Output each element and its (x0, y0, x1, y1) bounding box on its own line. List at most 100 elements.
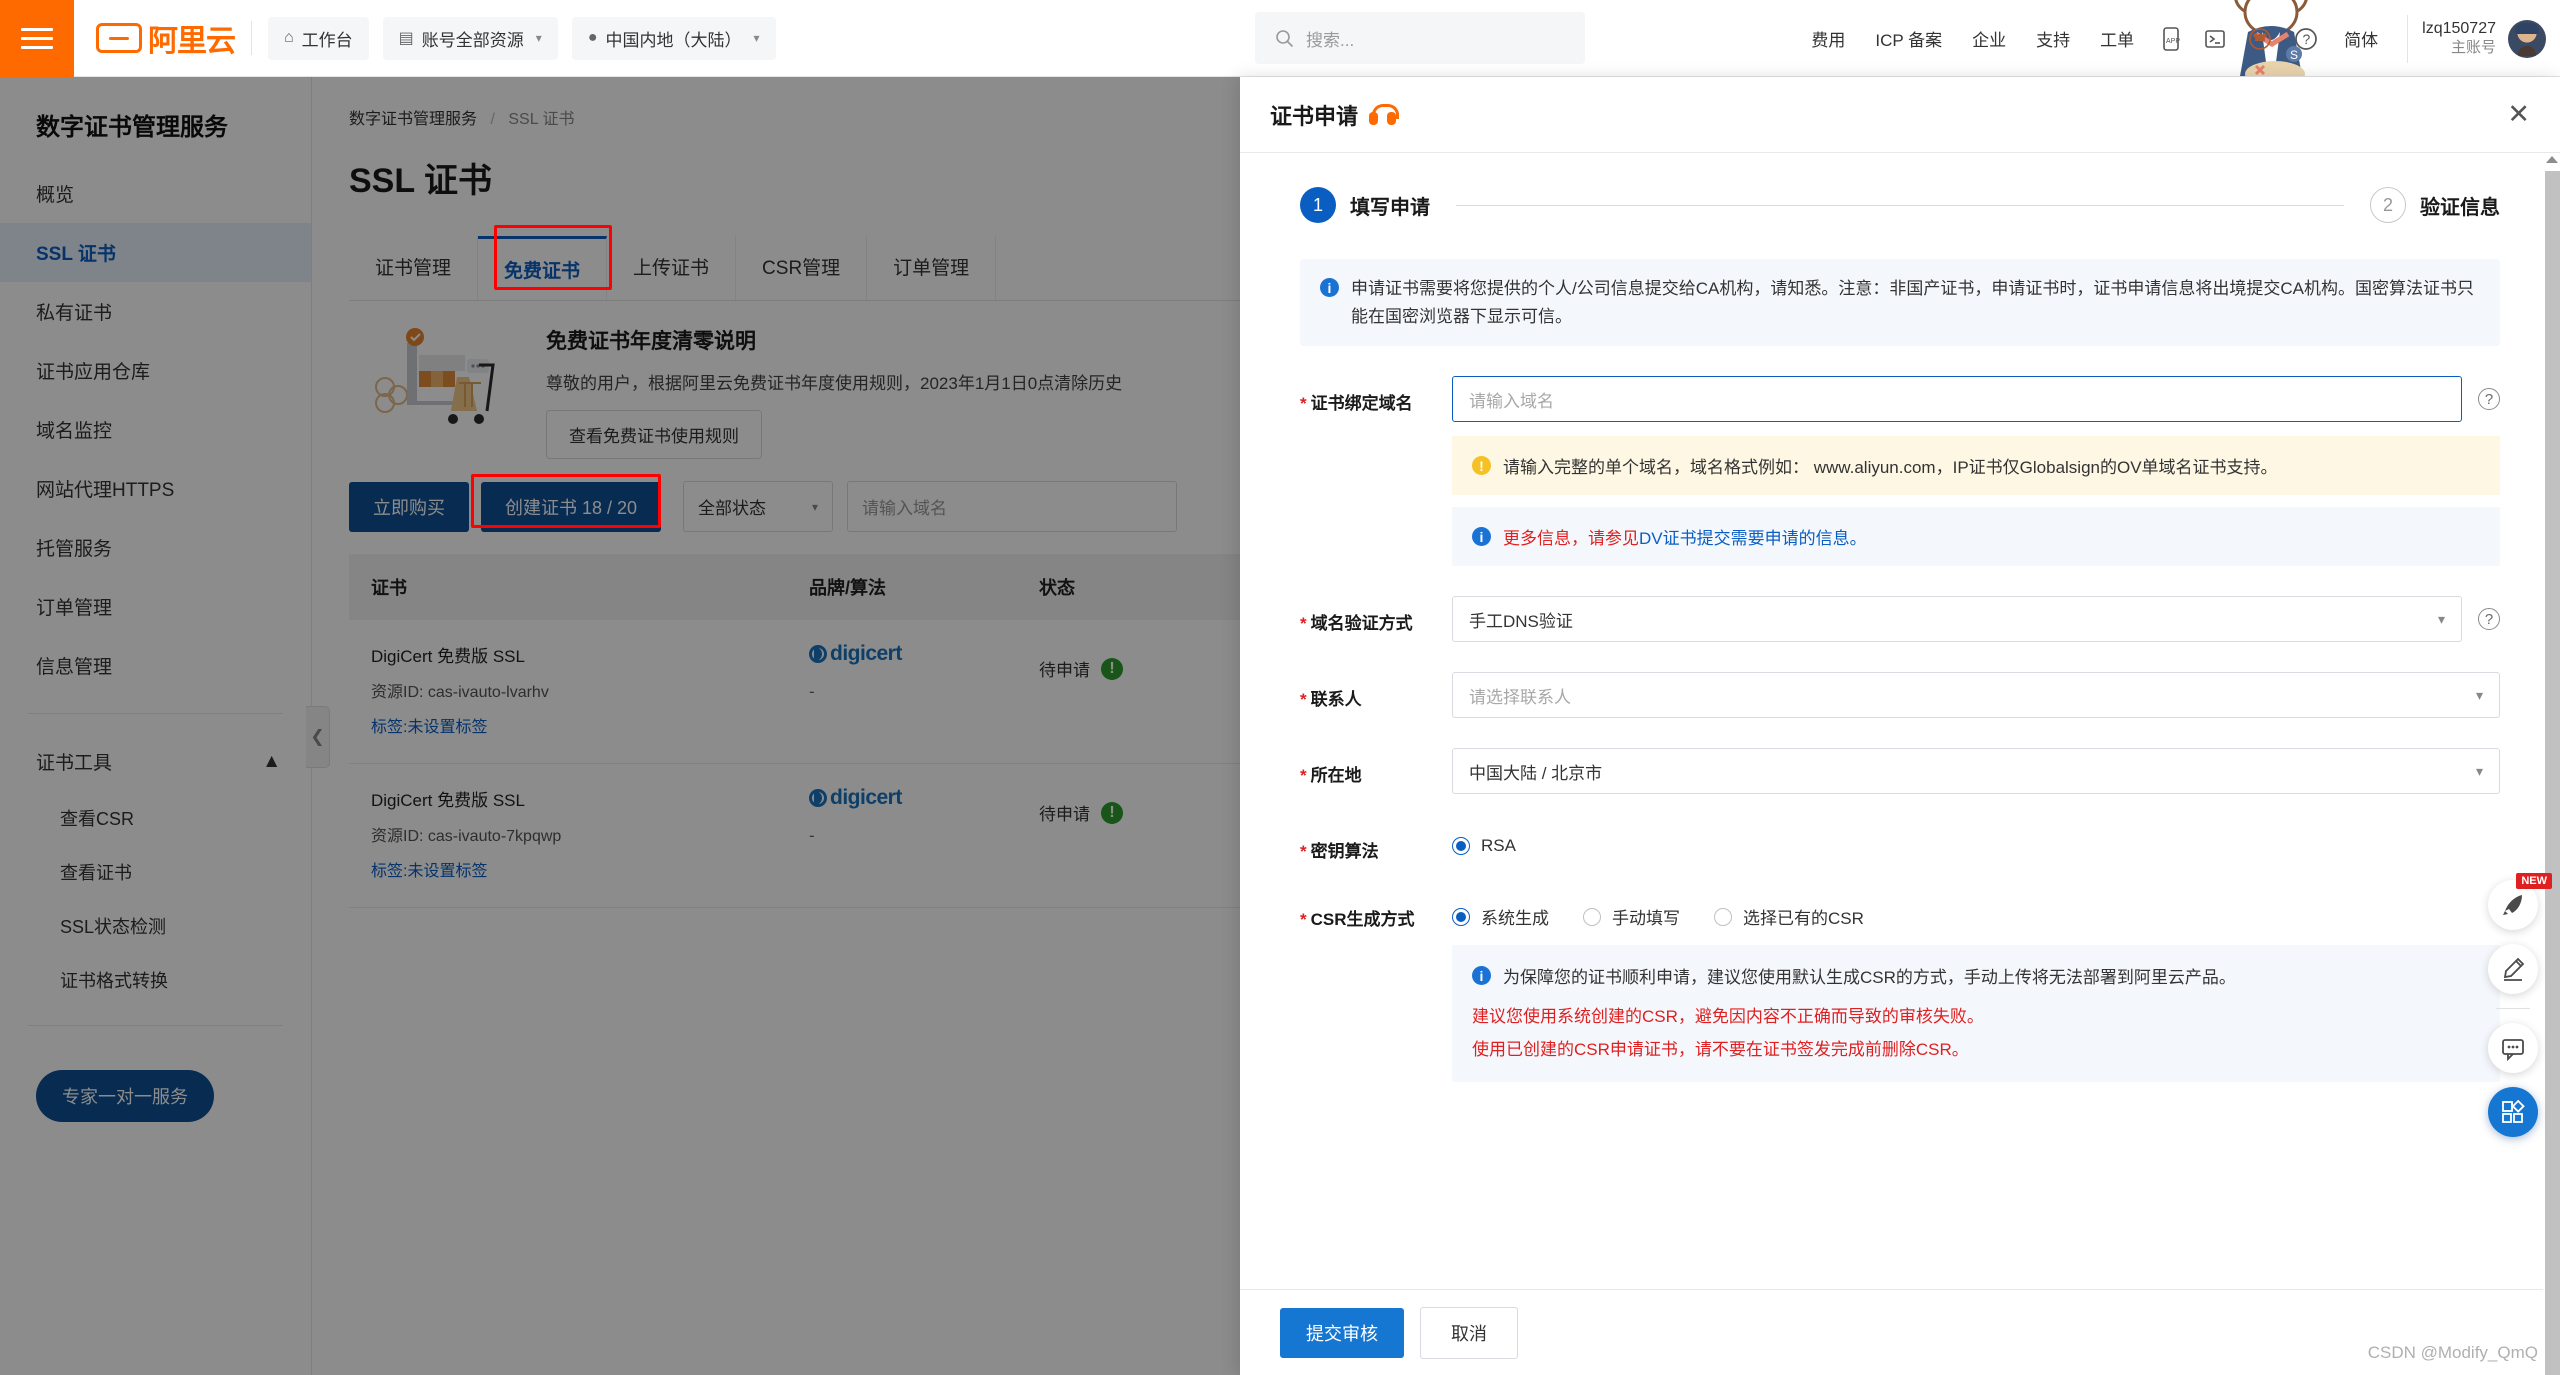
csr-info-text: 为保障您的证书顺利申请，建议您使用默认生成CSR的方式，手动上传将无法部署到阿里… (1503, 968, 2236, 988)
buy-now-button[interactable]: 立即购买 (349, 481, 469, 532)
terminal-icon[interactable] (2204, 28, 2226, 50)
step-connector (1456, 204, 2344, 206)
csr-info-line: i 为保障您的证书顺利申请，建议您使用默认生成CSR的方式，手动上传将无法部署到… (1472, 963, 2480, 988)
chevron-down-icon: ▾ (2475, 762, 2483, 779)
radio-manual-input[interactable]: 手动填写 (1583, 904, 1680, 929)
hamburger-icon[interactable] (0, 0, 74, 77)
dv-cert-link[interactable]: DV证书提交需要申请的信息。 (1639, 529, 1867, 548)
sidebar-group-cert-tools[interactable]: 证书工具 ▲ (0, 732, 311, 791)
notification-bell-icon[interactable] (2248, 27, 2272, 51)
feedback-icon[interactable] (2488, 1023, 2538, 1073)
sidebar-item-info[interactable]: 信息管理 (0, 636, 311, 695)
create-cert-button[interactable]: 创建证书 18 / 20 (481, 481, 662, 532)
sidebar-item-ssl[interactable]: SSL 证书 (0, 223, 311, 282)
tab-free-cert[interactable]: 免费证书 (478, 236, 608, 300)
help-icon[interactable]: ? (2294, 27, 2318, 51)
rail-divider (2496, 1008, 2530, 1009)
scrollbar-thumb[interactable] (2545, 171, 2560, 1375)
headset-icon[interactable] (1369, 103, 1400, 126)
sidebar-item-view-cert[interactable]: 查看证书 (0, 845, 311, 899)
header-link-enterprise[interactable]: 企业 (1972, 26, 2006, 51)
cancel-button[interactable]: 取消 (1420, 1306, 1518, 1359)
validation-method-select[interactable]: 手工DNS验证 ▾ (1452, 596, 2462, 643)
cert-tag[interactable]: 标签:未设置标签 (371, 857, 809, 881)
step-2-circle: 2 (2370, 187, 2406, 223)
chevron-down-icon: ▾ (535, 31, 542, 45)
scroll-up-arrow-icon[interactable] (2546, 156, 2558, 163)
resources-button[interactable]: ▤ 账号全部资源 ▾ (382, 16, 558, 60)
sidebar-item-cert-convert[interactable]: 证书格式转换 (0, 953, 311, 1007)
sidebar-item-domain-monitor[interactable]: 域名监控 (0, 400, 311, 459)
warning-icon: ! (1472, 456, 1491, 476)
field-control-validation: 手工DNS验证 ▾ ? (1452, 596, 2500, 643)
cert-name: DigiCert 免费版 SSL (371, 791, 525, 810)
cert-tag[interactable]: 标签:未设置标签 (371, 713, 809, 737)
help-icon[interactable]: ? (2478, 608, 2500, 631)
user-role: 主账号 (2450, 39, 2496, 57)
search-input[interactable]: 搜索... (1255, 12, 1585, 64)
promo-title: 免费证书年度清零说明 (546, 330, 756, 353)
new-badge: NEW (2516, 873, 2552, 889)
sidebar-item-cert-repo[interactable]: 证书应用仓库 (0, 341, 311, 400)
validation-row: 手工DNS验证 ▾ ? (1452, 596, 2500, 643)
apps-icon[interactable] (2488, 1087, 2538, 1137)
promo-text-group: 免费证书年度清零说明 尊敬的用户，根据阿里云免费证书年度使用规则，2023年1月… (546, 325, 1122, 459)
sidebar-item-ssl-check[interactable]: SSL状态检测 (0, 899, 311, 953)
info-icon: i (1472, 527, 1491, 547)
region-button[interactable]: ● 中国内地（大陆） ▾ (571, 16, 776, 60)
user-menu[interactable]: lzq150727 主账号 (2422, 19, 2546, 58)
breadcrumb-root[interactable]: 数字证书管理服务 (349, 111, 477, 128)
location-select[interactable]: 中国大陆 / 北京市 ▾ (1452, 748, 2500, 795)
close-icon[interactable]: ✕ (2507, 101, 2530, 128)
tab-order-management[interactable]: 订单管理 (867, 236, 997, 300)
drawer-scrollbar[interactable] (2543, 153, 2560, 1375)
user-id: lzq150727 (2422, 20, 2496, 38)
view-rules-button[interactable]: 查看免费证书使用规则 (546, 410, 762, 459)
header-link-fee[interactable]: 费用 (1811, 26, 1845, 51)
digicert-label: digicert (830, 786, 902, 809)
contact-select[interactable]: 请选择联系人 ▾ (1452, 672, 2500, 719)
domain-search-input[interactable]: 请输入域名 (847, 481, 1178, 532)
language-switch[interactable]: 简体 (2344, 26, 2378, 51)
field-key-algorithm: * 密钥算法 RSA (1284, 824, 2516, 862)
required-mark: * (1300, 614, 1307, 634)
avatar[interactable] (2508, 19, 2546, 58)
tab-upload-cert[interactable]: 上传证书 (607, 236, 737, 300)
sidebar-item-overview[interactable]: 概览 (0, 164, 311, 223)
sidebar-item-private-cert[interactable]: 私有证书 (0, 282, 311, 341)
tab-cert-management[interactable]: 证书管理 (349, 236, 479, 300)
tab-csr-management[interactable]: CSR管理 (736, 236, 868, 300)
field-label-location: * 所在地 (1300, 766, 1362, 786)
header-link-icp[interactable]: ICP 备案 (1875, 26, 1942, 51)
top-header: 阿里云 ⌂ 工作台 ▤ 账号全部资源 ▾ ● 中国内地（大陆） ▾ 搜索... … (0, 0, 2560, 77)
header-link-ticket[interactable]: 工单 (2100, 26, 2134, 51)
submit-button[interactable]: 提交审核 (1280, 1307, 1404, 1358)
aliyun-logo[interactable]: 阿里云 (96, 16, 236, 60)
help-icon[interactable]: ? (2478, 388, 2500, 411)
domain-input[interactable]: 请输入域名 (1452, 376, 2462, 423)
sidebar-item-proxy-https[interactable]: 网站代理HTTPS (0, 459, 311, 518)
sidebar-collapse-handle[interactable]: ❮ (306, 706, 330, 768)
radio-system-generated[interactable]: 系统生成 (1452, 904, 1549, 929)
column-header-cert: 证书 (371, 578, 407, 598)
expert-service-button[interactable]: 专家一对一服务 (36, 1070, 214, 1122)
rocket-icon[interactable]: NEW (2488, 873, 2552, 930)
header-link-support[interactable]: 支持 (2036, 26, 2070, 51)
cert-resource-id: 资源ID: cas-ivauto-lvarhv (371, 684, 549, 701)
breadcrumb-current: SSL 证书 (508, 111, 575, 128)
sidebar-item-view-csr[interactable]: 查看CSR (0, 791, 311, 845)
info-icon: i (1472, 966, 1491, 986)
sidebar-item-hosting[interactable]: 托管服务 (0, 518, 311, 577)
sidebar-item-orders[interactable]: 订单管理 (0, 577, 311, 636)
sidebar-title: 数字证书管理服务 (36, 114, 228, 141)
workbench-button[interactable]: ⌂ 工作台 (268, 16, 369, 60)
digicert-logo-icon: digicert (809, 786, 1039, 810)
field-location: * 所在地 中国大陆 / 北京市 ▾ (1284, 748, 2516, 795)
field-label-csr-mode: * CSR生成方式 (1300, 910, 1415, 930)
app-icon[interactable]: APP (2160, 26, 2182, 51)
status-filter-select[interactable]: 全部状态 ▾ (683, 481, 834, 532)
radio-rsa[interactable]: RSA (1452, 836, 1516, 856)
radio-existing-csr[interactable]: 选择已有的CSR (1714, 904, 1864, 929)
pencil-icon[interactable] (2488, 944, 2538, 994)
cert-resource-id: 资源ID: cas-ivauto-7kpqwp (371, 828, 562, 845)
